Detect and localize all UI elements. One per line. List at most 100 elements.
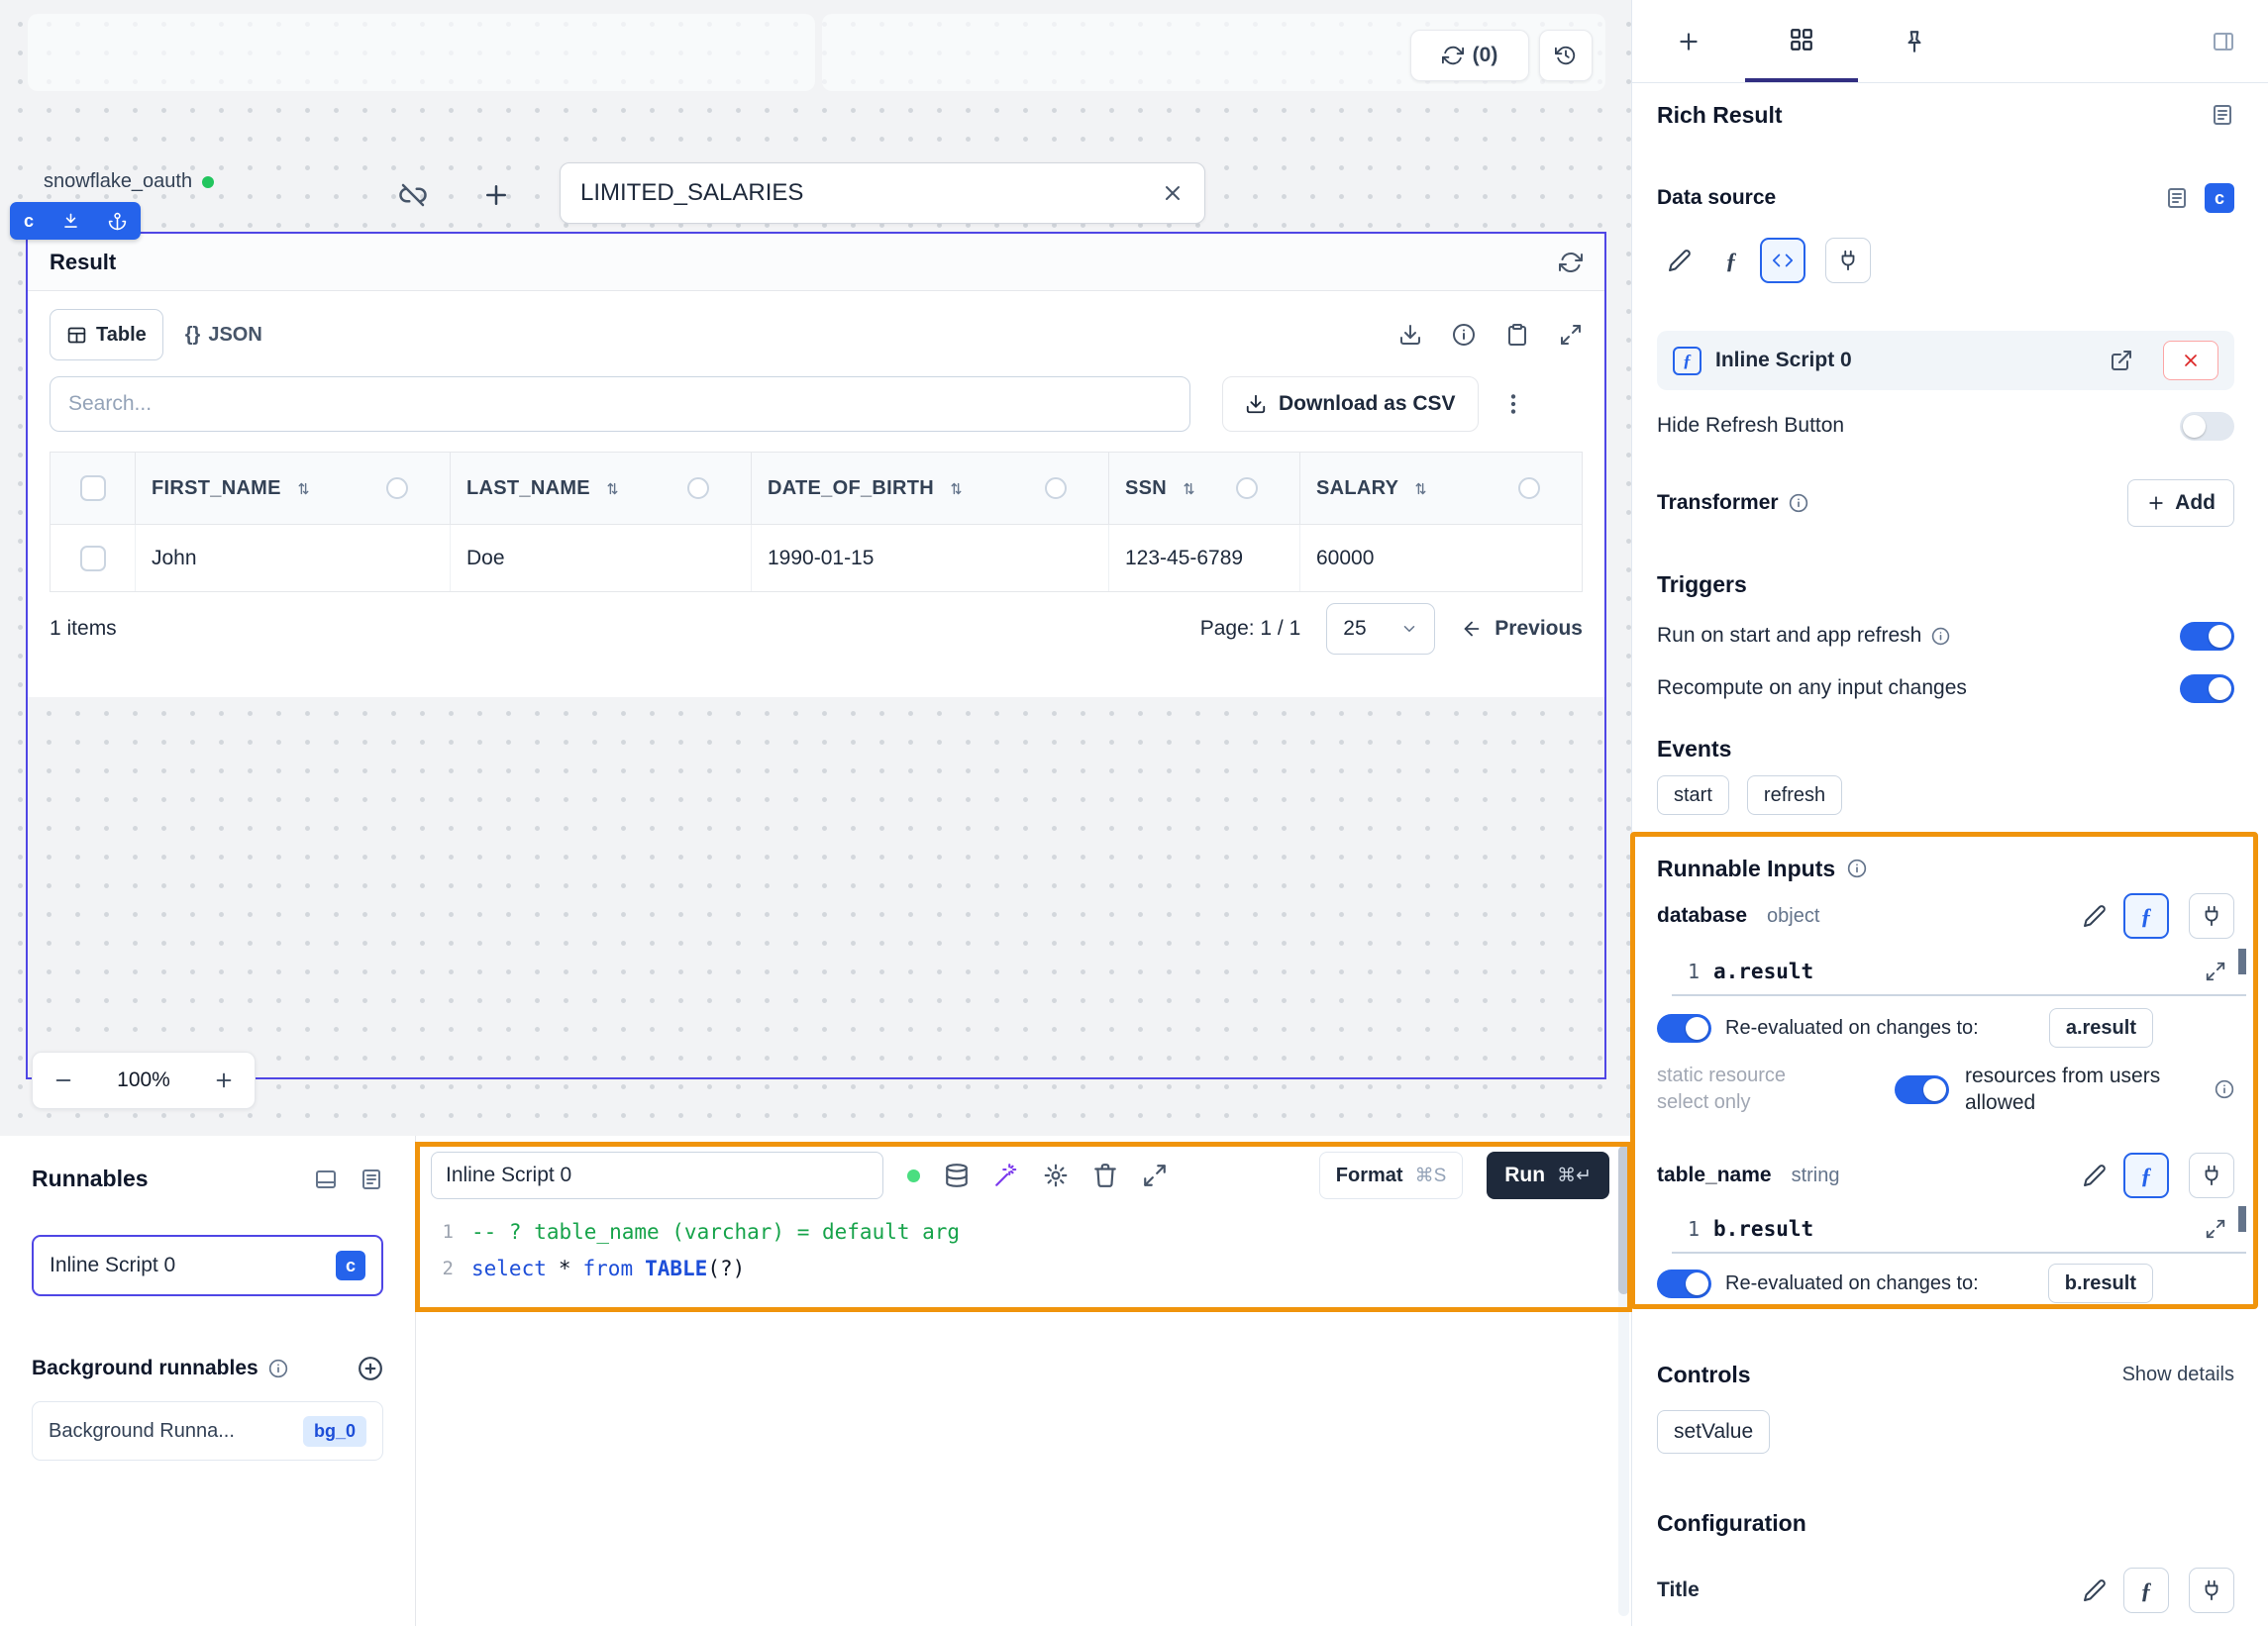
reeval-target-chip[interactable]: b.result [2048,1264,2153,1303]
panel-bottom-icon[interactable] [314,1168,338,1191]
docs-icon[interactable] [2165,186,2189,210]
plug-mode-button[interactable] [2189,1153,2234,1198]
plug-mode-button[interactable] [1825,238,1871,283]
add-transformer-button[interactable]: Add [2127,479,2234,527]
kebab-menu-icon[interactable] [1500,391,1526,417]
tab-pin[interactable] [1858,0,1971,82]
download-csv-button[interactable]: Download as CSV [1222,376,1479,432]
settings-gear-icon[interactable] [1043,1163,1069,1188]
database-expression-editor[interactable]: 1 a.result [1672,949,2246,996]
table-select-field[interactable] [560,162,1205,224]
widget-refresh-button[interactable] [1559,251,1583,274]
tab-components[interactable] [1745,0,1858,82]
fx-mode-button[interactable]: ƒ [1708,238,1754,283]
sort-icon[interactable] [1412,480,1429,497]
edit-pencil-button[interactable] [1657,238,1702,283]
hide-refresh-toggle[interactable] [2180,412,2234,441]
expand-icon[interactable] [1559,323,1583,347]
table-select-input[interactable] [580,179,1161,207]
trash-icon[interactable] [1092,1163,1118,1188]
column-toggle[interactable] [1236,477,1258,499]
docs-icon[interactable] [2211,103,2234,127]
widget-selection-toolbar[interactable]: c [10,202,141,240]
expand-icon[interactable] [2205,961,2226,982]
sort-icon[interactable] [948,480,965,497]
format-button[interactable]: Format ⌘S [1319,1152,1463,1199]
unlink-icon[interactable] [398,180,428,210]
row-checkbox[interactable] [80,546,106,571]
edit-pencil-button[interactable] [2072,1568,2117,1613]
page-size-select[interactable]: 25 [1326,603,1435,655]
reeval-toggle[interactable] [1657,1270,1711,1298]
add-icon[interactable] [481,180,511,210]
expand-icon[interactable] [1142,1163,1168,1188]
edit-pencil-button[interactable] [2072,1153,2117,1198]
info-icon[interactable] [1847,859,1867,878]
info-icon[interactable] [1452,323,1476,347]
recompute-toggle[interactable] [2180,674,2234,703]
arrow-down-to-line-icon[interactable] [61,212,80,231]
search-input[interactable] [50,376,1190,432]
code-mode-button[interactable] [1760,238,1805,283]
info-icon[interactable] [268,1359,288,1378]
editor-scrollbar-thumb[interactable] [1618,1146,1629,1294]
previous-page-button[interactable]: Previous [1461,617,1583,641]
reeval-target-chip[interactable]: a.result [2049,1008,2153,1048]
zoom-out-icon[interactable] [52,1069,74,1091]
database-icon[interactable] [944,1163,970,1188]
event-chip-start[interactable]: start [1657,775,1729,815]
download-icon[interactable] [1398,323,1422,347]
expression-code[interactable]: b.result [1713,1217,1813,1241]
collapse-panel-button[interactable] [2179,0,2268,82]
column-toggle[interactable] [687,477,709,499]
plug-mode-button[interactable] [2189,893,2234,939]
result-widget[interactable]: Result Table {} JSON [26,232,1606,1079]
expression-code[interactable]: a.result [1713,960,1813,983]
sort-icon[interactable] [604,480,621,497]
list-icon[interactable] [360,1168,383,1191]
run-on-start-toggle[interactable] [2180,622,2234,651]
plug-mode-button[interactable] [2189,1568,2234,1613]
remove-script-button[interactable] [2163,341,2218,380]
column-toggle[interactable] [1518,477,1540,499]
anchor-icon[interactable] [108,212,127,231]
history-button[interactable] [1539,30,1593,81]
info-icon[interactable] [1789,493,1808,513]
table-row[interactable]: John Doe 1990-01-15 123-45-6789 60000 [50,525,1583,592]
reeval-toggle[interactable] [1657,1014,1711,1043]
tab-table[interactable]: Table [50,309,163,360]
add-background-runnable-icon[interactable] [358,1356,383,1381]
external-link-icon[interactable] [2110,349,2133,372]
tab-json[interactable]: {} JSON [185,324,262,347]
background-runnable-item[interactable]: Background Runna... bg_0 [32,1401,383,1461]
tab-add-component[interactable] [1632,0,1745,82]
column-toggle[interactable] [386,477,408,499]
expand-icon[interactable] [2205,1218,2226,1240]
show-details-link[interactable]: Show details [2122,1364,2234,1386]
fx-mode-button[interactable]: ƒ [2123,893,2169,939]
sort-icon[interactable] [295,480,312,497]
setvalue-control-chip[interactable]: setValue [1657,1410,1770,1454]
fx-mode-button[interactable]: ƒ [2123,1153,2169,1198]
script-name-input[interactable] [431,1152,883,1199]
fx-mode-button[interactable]: ƒ [2123,1568,2169,1613]
static-resource-toggle[interactable] [1895,1075,1949,1104]
magic-wand-icon[interactable] [993,1163,1019,1188]
info-icon[interactable] [1931,627,1950,646]
zoom-in-icon[interactable] [213,1069,235,1091]
edit-pencil-button[interactable] [2072,893,2117,939]
app-canvas[interactable]: (0) snowflake_oauth c Result [0,0,1631,1136]
runnable-item-inline-script[interactable]: Inline Script 0 c [32,1235,383,1296]
info-icon[interactable] [2215,1079,2234,1099]
event-chip-refresh[interactable]: refresh [1747,775,1842,815]
sort-icon[interactable] [1181,480,1197,497]
column-toggle[interactable] [1045,477,1067,499]
clear-icon[interactable] [1161,181,1185,205]
selected-script-row[interactable]: ƒ Inline Script 0 [1657,331,2234,390]
sql-code-editor[interactable]: 1 -- ? table_name (varchar) = default ar… [416,1213,1631,1286]
run-button[interactable]: Run ⌘↵ [1487,1152,1609,1199]
table-name-expression-editor[interactable]: 1 b.result [1672,1206,2246,1254]
refresh-count-button[interactable]: (0) [1410,30,1529,81]
clipboard-icon[interactable] [1505,323,1529,347]
select-all-checkbox[interactable] [80,475,106,501]
